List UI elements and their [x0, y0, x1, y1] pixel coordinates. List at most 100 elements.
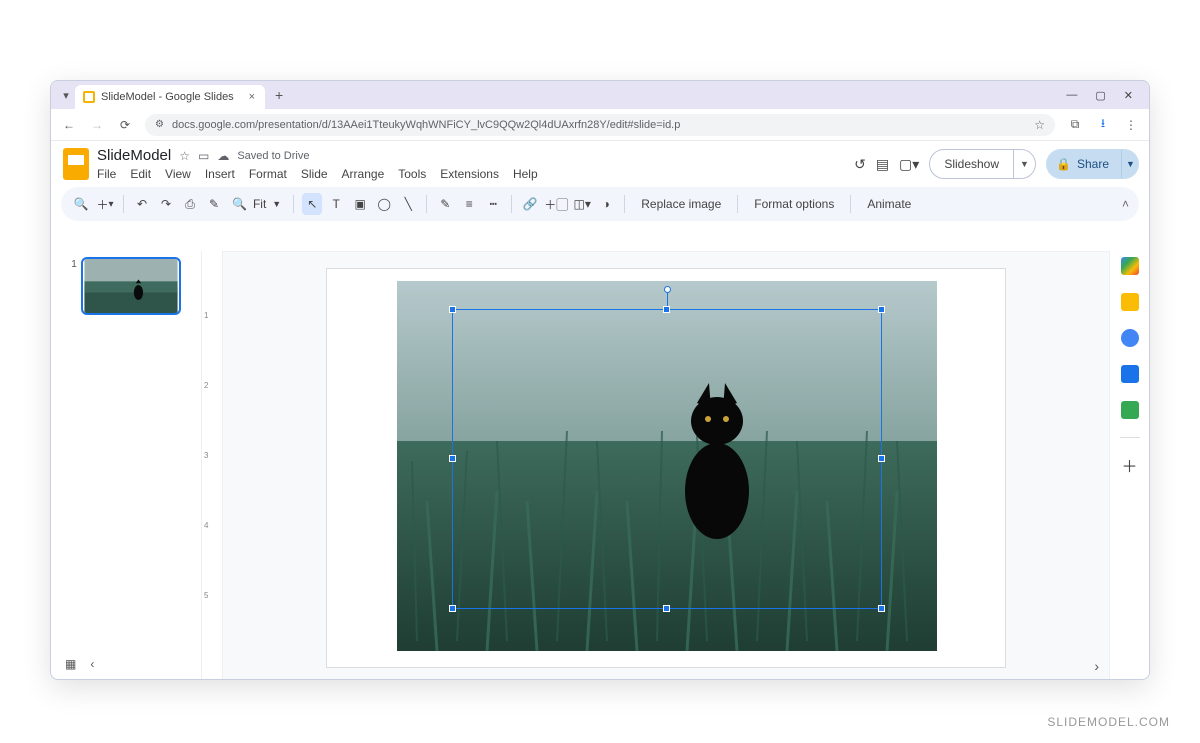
replace-image-button[interactable]: Replace image [633, 197, 729, 211]
link-icon[interactable]: 🔗 [520, 193, 540, 215]
mask-icon[interactable]: ◑ [596, 193, 616, 215]
textbox-tool-icon[interactable]: T [326, 193, 346, 215]
contacts-icon[interactable] [1121, 365, 1139, 383]
vertical-ruler: 1 2 3 4 5 [201, 251, 223, 679]
window-controls: — ▢ ✕ [1066, 89, 1143, 102]
paint-format-icon[interactable]: ✎ [204, 193, 224, 215]
document-title[interactable]: SlideModel [97, 147, 171, 164]
shape-tool-icon[interactable]: ◯ [374, 193, 394, 215]
slideshow-button[interactable]: Slideshow [930, 150, 1013, 178]
menu-help[interactable]: Help [513, 167, 538, 181]
resize-handle-s[interactable] [663, 605, 670, 612]
maximize-icon[interactable]: ▢ [1095, 89, 1105, 102]
menu-insert[interactable]: Insert [205, 167, 235, 181]
minimize-icon[interactable]: — [1066, 89, 1077, 102]
tabs-dropdown-icon[interactable]: ▾ [57, 89, 75, 102]
calendar-icon[interactable] [1121, 257, 1139, 275]
new-slide-icon[interactable]: ＋▾ [95, 193, 115, 215]
slide-thumbnails-panel: 1 ▦ ‹ [51, 251, 201, 679]
share-dropdown-icon[interactable]: ▼ [1121, 150, 1139, 178]
resize-handle-nw[interactable] [449, 306, 456, 313]
browser-menu-icon[interactable]: ⋮ [1123, 118, 1139, 132]
downloads-icon[interactable]: ⭳ [1095, 114, 1111, 135]
menu-bar: File Edit View Insert Format Slide Arran… [97, 167, 538, 181]
menu-tools[interactable]: Tools [398, 167, 426, 181]
slides-favicon-icon [83, 91, 95, 103]
maps-icon[interactable] [1121, 401, 1139, 419]
browser-tab[interactable]: SlideModel - Google Slides × [75, 85, 265, 109]
cloud-status-icon[interactable]: ☁ [217, 149, 229, 163]
toolbar: 🔍 ＋▾ ↶ ↷ ⎙ ✎ 🔍 Fit ▼ ↖ T ▣ ◯ ╲ ✎ ≡ ┅ 🔗 ＋… [61, 187, 1139, 221]
menu-view[interactable]: View [165, 167, 191, 181]
animate-button[interactable]: Animate [859, 197, 919, 211]
grid-view-icon[interactable]: ▦ [65, 657, 76, 671]
menu-extensions[interactable]: Extensions [440, 167, 499, 181]
canvas-area[interactable]: › [223, 252, 1109, 680]
bookmark-star-icon[interactable]: ☆ [1034, 118, 1045, 132]
close-window-icon[interactable]: ✕ [1124, 89, 1133, 102]
border-dash-icon[interactable]: ┅ [483, 193, 503, 215]
extensions-icon[interactable]: ⧉ [1067, 117, 1083, 132]
browser-window: ▾ SlideModel - Google Slides × + — ▢ ✕ ←… [50, 80, 1150, 680]
border-weight-icon[interactable]: ≡ [459, 193, 479, 215]
reload-icon[interactable]: ⟳ [117, 118, 133, 132]
side-panel: ＋ [1109, 251, 1149, 679]
slide-thumbnail-1[interactable] [81, 257, 181, 315]
address-row: ← → ⟳ ⚙ docs.google.com/presentation/d/1… [51, 109, 1149, 141]
resize-handle-w[interactable] [449, 455, 456, 462]
menu-edit[interactable]: Edit [130, 167, 151, 181]
watermark: SLIDEMODEL.COM [1047, 715, 1170, 729]
menu-slide[interactable]: Slide [301, 167, 328, 181]
menu-file[interactable]: File [97, 167, 116, 181]
next-slide-icon[interactable]: › [1094, 658, 1099, 674]
address-bar[interactable]: ⚙ docs.google.com/presentation/d/13AAei1… [145, 114, 1055, 136]
slides-app-icon[interactable] [63, 148, 89, 180]
app-header: SlideModel ☆ ▭ ☁ Saved to Drive File Edi… [51, 141, 1149, 181]
history-icon[interactable]: ↺ [854, 156, 866, 173]
crop-icon[interactable]: ◫▾ [572, 193, 592, 215]
line-tool-icon[interactable]: ╲ [398, 193, 418, 215]
tab-title: SlideModel - Google Slides [101, 91, 234, 103]
zoom-dropdown[interactable]: 🔍 Fit ▼ [228, 197, 285, 211]
save-status: Saved to Drive [237, 150, 309, 162]
tasks-icon[interactable] [1121, 329, 1139, 347]
resize-handle-sw[interactable] [449, 605, 456, 612]
resize-handle-e[interactable] [878, 455, 885, 462]
new-tab-button[interactable]: + [275, 87, 283, 103]
thumb-number: 1 [71, 259, 77, 270]
share-button[interactable]: 🔒 Share [1046, 150, 1121, 178]
resize-handle-ne[interactable] [878, 306, 885, 313]
format-options-button[interactable]: Format options [746, 197, 842, 211]
menu-arrange[interactable]: Arrange [342, 167, 385, 181]
select-tool-icon[interactable]: ↖ [302, 193, 322, 215]
workspace: 1 ▦ ‹ 1 2 3 4 5 [51, 251, 1149, 679]
image-tool-icon[interactable]: ▣ [350, 193, 370, 215]
search-menus-icon[interactable]: 🔍 [71, 193, 91, 215]
url-text: docs.google.com/presentation/d/13AAei1Tt… [172, 119, 1026, 131]
star-doc-icon[interactable]: ☆ [179, 149, 190, 163]
addons-plus-icon[interactable]: ＋ [1121, 456, 1139, 474]
comments-icon[interactable]: ▤ [876, 156, 889, 173]
slideshow-group: Slideshow ▼ [929, 149, 1036, 179]
move-doc-icon[interactable]: ▭ [198, 149, 209, 163]
prev-slide-icon[interactable]: ‹ [90, 657, 94, 671]
toolbar-collapse-icon[interactable]: ˄ [1122, 197, 1129, 211]
resize-handle-n[interactable] [663, 306, 670, 313]
border-color-icon[interactable]: ✎ [435, 193, 455, 215]
selection-box[interactable] [452, 309, 882, 609]
slideshow-dropdown-icon[interactable]: ▼ [1013, 150, 1035, 178]
share-group: 🔒 Share ▼ [1046, 149, 1139, 179]
back-icon[interactable]: ← [61, 118, 77, 132]
slide-canvas[interactable] [326, 268, 1006, 668]
keep-icon[interactable] [1121, 293, 1139, 311]
print-icon[interactable]: ⎙ [180, 193, 200, 215]
undo-icon[interactable]: ↶ [132, 193, 152, 215]
tab-close-icon[interactable]: × [249, 91, 255, 103]
redo-icon[interactable]: ↷ [156, 193, 176, 215]
menu-format[interactable]: Format [249, 167, 287, 181]
resize-handle-se[interactable] [878, 605, 885, 612]
site-info-icon[interactable]: ⚙ [155, 119, 164, 130]
meet-icon[interactable]: ▢▾ [899, 156, 919, 173]
forward-icon[interactable]: → [89, 118, 105, 132]
comment-add-icon[interactable]: ＋▢ [544, 193, 568, 215]
